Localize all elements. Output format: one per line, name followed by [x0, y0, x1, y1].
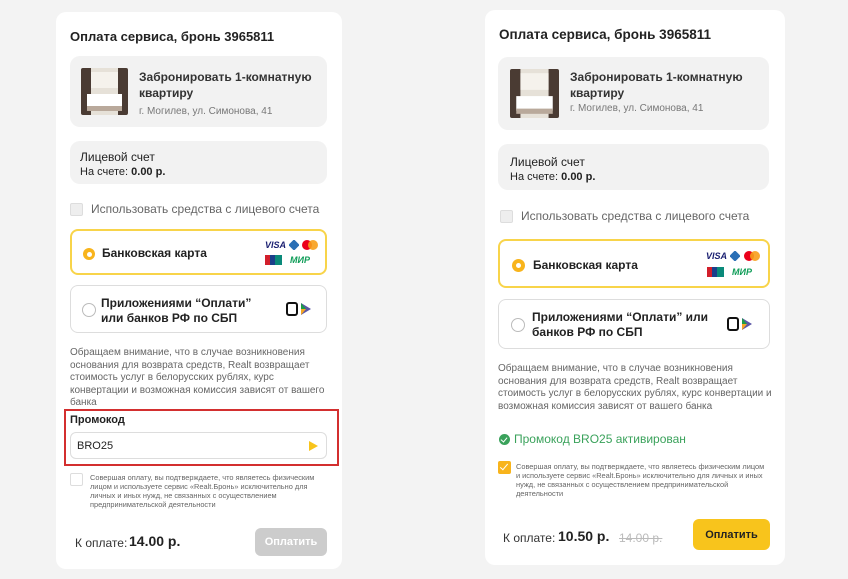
use-account-checkbox[interactable]: Использовать средства с лицевого счета [500, 209, 749, 223]
promo-code-label: Промокод [70, 414, 125, 426]
payment-option-card[interactable]: Банковская карта VISA МИР [498, 239, 770, 288]
payment-option-card[interactable]: Банковская карта VISA МИР [70, 229, 327, 275]
account-card: Лицевой счет На счете: 0.00 р. [70, 141, 327, 184]
use-account-label: Использовать средства с лицевого счета [91, 202, 320, 216]
radio-unselected[interactable] [82, 303, 96, 317]
apartment-photo [81, 68, 128, 115]
use-account-label: Использовать средства с лицевого счета [521, 209, 750, 223]
consent-text: Совершая оплату, вы подтверждаете, что я… [90, 473, 315, 509]
booking-address: г. Могилев, ул. Симонова, 41 [139, 106, 273, 117]
checkbox[interactable] [500, 209, 513, 223]
promo-code-input[interactable]: BRO25 [70, 432, 327, 459]
unionpay-icon [707, 267, 724, 277]
mir-icon: МИР [290, 255, 310, 265]
option-sbp-label: Приложениями “Оплати” или банков РФ по С… [532, 310, 709, 339]
oplati-sbp-icon [727, 317, 752, 331]
total-amount: 10.50 р. [558, 528, 610, 544]
booking-card: Забронировать 1-комнатную квартиру г. Мо… [498, 57, 769, 130]
payment-panel-before: Оплата сервиса, бронь 3965811 Заброниров… [56, 12, 342, 569]
pay-button[interactable]: Оплатить [255, 528, 327, 556]
page-title: Оплата сервиса, бронь 3965811 [70, 29, 275, 44]
apply-arrow-icon[interactable] [309, 440, 318, 451]
promo-code-highlight: Промокод BRO25 [64, 409, 339, 466]
belcard-icon [289, 240, 299, 250]
option-sbp-label: Приложениями “Оплати” или банков РФ по С… [101, 296, 252, 325]
payment-option-sbp[interactable]: Приложениями “Оплати” или банков РФ по С… [498, 299, 770, 349]
refund-notice: Обращаем внимание, что в случае возникно… [70, 347, 325, 408]
consent-checkbox[interactable] [70, 473, 83, 486]
belcard-icon [730, 251, 740, 261]
mir-icon: МИР [732, 267, 752, 277]
account-title: Лицевой счет [510, 155, 585, 169]
booking-title: Забронировать 1-комнатную квартиру [139, 70, 312, 100]
account-title: Лицевой счет [80, 150, 155, 164]
apartment-photo [510, 69, 559, 118]
radio-unselected[interactable] [511, 318, 525, 332]
pay-button[interactable]: Оплатить [693, 519, 770, 550]
account-card: Лицевой счет На счете: 0.00 р. [498, 144, 769, 190]
mastercard-icon [744, 251, 760, 261]
option-card-label: Банковская карта [102, 246, 207, 260]
page-title: Оплата сервиса, бронь 3965811 [499, 27, 711, 42]
booking-title: Забронировать 1-комнатную квартиру [570, 70, 743, 100]
account-balance: На счете: 0.00 р. [510, 171, 596, 183]
mastercard-icon [302, 240, 318, 250]
consent-checkbox[interactable] [498, 461, 511, 474]
promo-status: Промокод BRO25 активирован [499, 432, 686, 446]
payment-panel-after: Оплата сервиса, бронь 3965811 Заброниров… [485, 10, 785, 565]
use-account-checkbox[interactable]: Использовать средства с лицевого счета [70, 202, 319, 216]
total-label: К оплате: [75, 536, 128, 550]
visa-icon: VISA [265, 240, 287, 250]
option-card-label: Банковская карта [533, 258, 638, 272]
old-total: 14.00 р. [619, 531, 663, 545]
total-label: К оплате: [503, 531, 556, 545]
checkbox[interactable] [70, 202, 83, 216]
unionpay-icon [265, 255, 282, 265]
booking-card: Забронировать 1-комнатную квартиру г. Мо… [70, 56, 327, 127]
consent-text: Совершая оплату, вы подтверждаете, что я… [516, 462, 765, 498]
payment-option-sbp[interactable]: Приложениями “Оплати” или банков РФ по С… [70, 285, 327, 333]
check-circle-icon [499, 433, 510, 445]
visa-icon: VISA [706, 251, 728, 261]
radio-selected[interactable] [512, 259, 525, 272]
total-amount: 14.00 р. [129, 533, 181, 549]
radio-selected[interactable] [83, 248, 95, 260]
account-balance: На счете: 0.00 р. [80, 166, 166, 178]
refund-notice: Обращаем внимание, что в случае возникно… [498, 363, 772, 412]
booking-address: г. Могилев, ул. Симонова, 41 [570, 103, 704, 114]
oplati-sbp-icon [286, 302, 311, 316]
